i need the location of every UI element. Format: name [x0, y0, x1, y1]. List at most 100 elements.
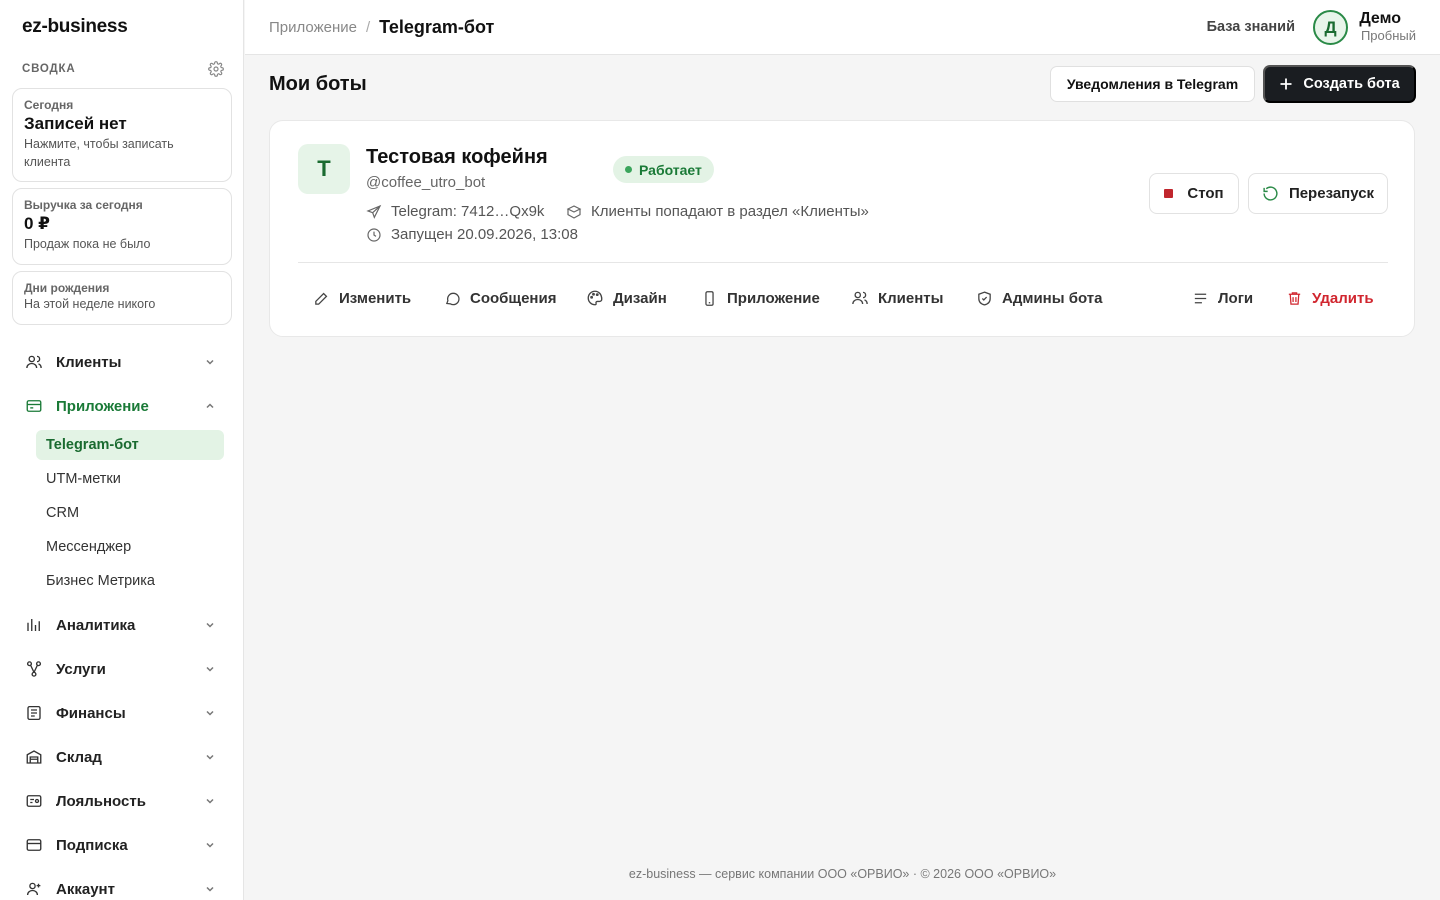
send-icon	[366, 204, 382, 220]
users-icon	[851, 289, 869, 307]
nav-label: Услуги	[56, 660, 106, 678]
breadcrumb-parent[interactable]: Приложение	[269, 19, 357, 36]
plus-icon	[1279, 77, 1293, 91]
nav-label: Аналитика	[56, 616, 136, 634]
design-action[interactable]: Дизайн	[586, 286, 667, 310]
edit-action[interactable]: Изменить	[312, 286, 411, 310]
loyalty-card-icon	[24, 791, 44, 811]
clock-icon	[366, 227, 382, 243]
lines-icon	[1191, 289, 1209, 307]
messages-action[interactable]: Сообщения	[443, 286, 556, 310]
pencil-icon	[312, 289, 330, 307]
nav-item-loyalty[interactable]: Лояльность	[24, 789, 224, 813]
breadcrumb: Приложение / Telegram-бот	[269, 17, 494, 38]
nav-item-account[interactable]: Аккаунт	[24, 877, 224, 900]
ledger-icon	[24, 703, 44, 723]
scissors-icon	[24, 659, 44, 679]
telegram-notifications-button[interactable]: Уведомления в Telegram	[1050, 66, 1255, 102]
today-card-hint: Нажмите, чтобы записать клиента	[24, 137, 174, 169]
today-card-value: Записей нет	[24, 114, 127, 133]
stop-label: Стоп	[1187, 185, 1224, 202]
revenue-card-label: Выручка за сегодня	[24, 198, 143, 212]
stop-button[interactable]: Стоп	[1149, 173, 1239, 214]
delete-action[interactable]: Удалить	[1285, 286, 1374, 310]
bot-started-text: Запущен 20.09.2026, 13:08	[391, 226, 578, 243]
trash-icon	[1285, 289, 1303, 307]
user-plus-icon	[24, 879, 44, 899]
bot-started-info: Запущен 20.09.2026, 13:08	[366, 226, 578, 243]
logs-label: Логи	[1218, 289, 1254, 307]
summary-label: СВОДКА	[22, 63, 76, 75]
chevron-down-icon	[204, 619, 216, 631]
top-bar: Приложение / Telegram-бот База знаний Д …	[245, 0, 1440, 55]
knowledge-base-link[interactable]: База знаний	[1207, 19, 1295, 35]
breadcrumb-current: Telegram-бот	[379, 17, 495, 37]
app-action[interactable]: Приложение	[700, 286, 820, 310]
credit-card-icon	[24, 835, 44, 855]
users-icon	[24, 352, 44, 372]
subnav-messenger[interactable]: Мессенджер	[36, 532, 224, 562]
nav-item-subscription[interactable]: Подписка	[24, 833, 224, 857]
status-badge: Работает	[613, 156, 714, 183]
chevron-down-icon	[204, 663, 216, 675]
sidebar: ez-business СВОДКА Сегодня Записей нет Н…	[0, 0, 244, 900]
chevron-down-icon	[204, 883, 216, 895]
create-bot-label: Создать бота	[1303, 76, 1400, 92]
birthdays-card[interactable]: Дни рождения На этой неделе никого	[12, 271, 232, 325]
avatar[interactable]: Д	[1313, 10, 1348, 45]
nav-label: Лояльность	[56, 792, 146, 810]
bot-handle: @coffee_utro_bot	[366, 174, 486, 191]
today-card[interactable]: Сегодня Записей нет Нажмите, чтобы запис…	[12, 88, 232, 182]
clients-label: Клиенты	[878, 289, 944, 307]
nav-item-services[interactable]: Услуги	[24, 657, 224, 681]
breadcrumb-separator: /	[365, 19, 371, 36]
nav-item-warehouse[interactable]: Склад	[24, 745, 224, 769]
page-title: Мои боты	[269, 73, 367, 95]
chevron-down-icon	[204, 751, 216, 763]
chevron-down-icon	[204, 839, 216, 851]
bar-chart-icon	[24, 615, 44, 635]
restart-button[interactable]: Перезапуск	[1248, 173, 1388, 214]
nav-label: Финансы	[56, 704, 126, 722]
gear-icon[interactable]	[208, 61, 224, 77]
app-window-icon	[24, 396, 44, 416]
subnav-telegram-bot[interactable]: Telegram-бот	[36, 430, 224, 460]
bot-clients-note: Клиенты попадают в раздел «Клиенты»	[566, 203, 869, 220]
divider	[298, 262, 1388, 263]
nav-label: Подписка	[56, 836, 128, 854]
delete-label: Удалить	[1312, 289, 1374, 307]
nav-item-finance[interactable]: Финансы	[24, 701, 224, 725]
stop-icon	[1164, 189, 1174, 198]
revenue-card-hint: Продаж пока не было	[24, 237, 151, 251]
bot-token-text: Telegram: 7412…Qx9k	[391, 203, 545, 220]
smartphone-icon	[700, 289, 718, 307]
bot-avatar: Т	[298, 144, 350, 194]
nav-label: Аккаунт	[56, 880, 115, 898]
subnav-utm[interactable]: UTM-метки	[36, 464, 224, 494]
chevron-down-icon	[204, 356, 216, 368]
nav-label: Приложение	[56, 397, 149, 415]
app-logo[interactable]: ez-business	[22, 16, 128, 38]
create-bot-button[interactable]: Создать бота	[1263, 65, 1416, 103]
bot-admins-action[interactable]: Админы бота	[975, 286, 1102, 310]
subnav-crm[interactable]: CRM	[36, 498, 224, 528]
shield-icon	[975, 289, 993, 307]
revenue-card[interactable]: Выручка за сегодня 0 ₽ Продаж пока не бы…	[12, 188, 232, 265]
today-card-label: Сегодня	[24, 98, 74, 112]
nav-item-analytics[interactable]: Аналитика	[24, 613, 224, 637]
footer: ez-business — сервис компании ООО «ОРВИО…	[628, 867, 1057, 881]
nav-item-app[interactable]: Приложение	[24, 394, 224, 418]
chat-bubble-icon	[443, 289, 461, 307]
box-icon	[566, 204, 582, 220]
design-label: Дизайн	[613, 289, 667, 307]
clients-action[interactable]: Клиенты	[851, 286, 943, 310]
subnav-business-metrics[interactable]: Бизнес Метрика	[36, 566, 224, 596]
palette-icon	[586, 289, 604, 307]
birthdays-card-label: Дни рождения	[24, 281, 110, 295]
nav-item-clients[interactable]: Клиенты	[24, 350, 224, 374]
logs-action[interactable]: Логи	[1191, 286, 1253, 310]
summary-header: СВОДКА	[22, 61, 224, 77]
nav-label: Склад	[56, 748, 102, 766]
refresh-icon	[1262, 185, 1279, 202]
user-name[interactable]: Демо	[1359, 10, 1401, 28]
